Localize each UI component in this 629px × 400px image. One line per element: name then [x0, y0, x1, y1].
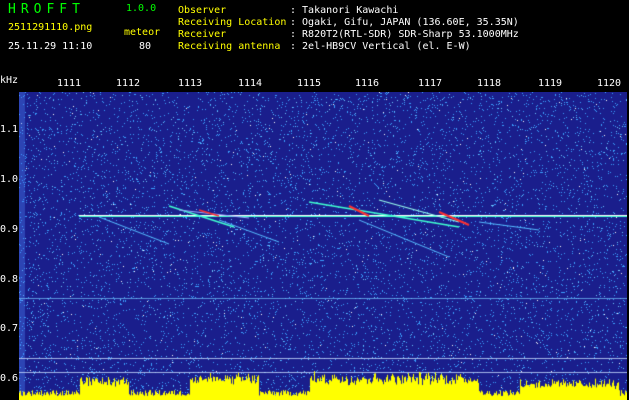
- meta-key: Observer: [178, 5, 227, 16]
- y-tick-label: 1.1: [0, 124, 19, 135]
- mode-label: meteor: [124, 27, 161, 38]
- date-time: 25.11.29 11:10: [8, 41, 93, 52]
- app-logo: HROFFT: [8, 2, 85, 17]
- meta-value: : 2el-HB9CV Vertical (el. E-W): [290, 41, 471, 52]
- x-tick-label: 1120: [596, 78, 622, 89]
- meta-value: : Ogaki, Gifu, JAPAN (136.60E, 35.35N): [290, 17, 519, 28]
- x-tick-label: 1111: [56, 78, 82, 89]
- meta-key: Receiving antenna: [178, 41, 281, 52]
- y-tick-label: 0.6: [0, 373, 19, 384]
- app-version: 1.0.0: [126, 3, 157, 14]
- meta-key: Receiving Location: [178, 17, 287, 28]
- x-tick-label: 1112: [115, 78, 141, 89]
- spectrogram-canvas: [19, 92, 627, 400]
- x-tick-label: 1116: [354, 78, 380, 89]
- y-tick-label: 0.9: [0, 224, 19, 235]
- meta-value: : R820T2(RTL-SDR) SDR-Sharp 53.1000MHz: [290, 29, 519, 40]
- x-tick-label: 1114: [237, 78, 263, 89]
- x-tick-label: 1113: [177, 78, 203, 89]
- meta-value: : Takanori Kawachi: [290, 5, 399, 16]
- x-axis: 1111 1112 1113 1114 1115 1116 1117 1118 …: [0, 78, 629, 92]
- x-tick-label: 1115: [296, 78, 322, 89]
- header-panel: HROFFT 1.0.0 2511291110.png meteor 25.11…: [0, 0, 629, 74]
- y-tick-label: 0.7: [0, 323, 19, 334]
- file-name: 2511291110.png: [8, 22, 93, 33]
- y-tick-label: 1.0: [0, 174, 19, 185]
- y-tick-label: 0.8: [0, 274, 19, 285]
- meteor-count: 80: [139, 41, 152, 52]
- x-tick-label: 1117: [417, 78, 443, 89]
- x-tick-label: 1119: [537, 78, 563, 89]
- x-tick-label: 1118: [476, 78, 502, 89]
- meta-key: Receiver: [178, 29, 227, 40]
